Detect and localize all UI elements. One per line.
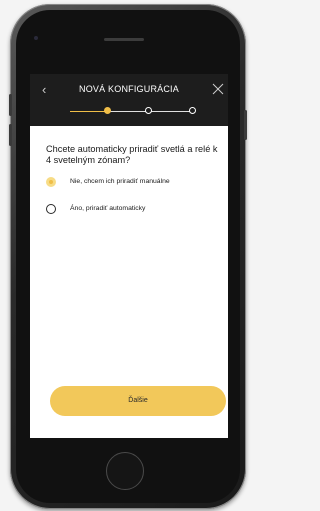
step-line-2 xyxy=(110,111,146,112)
page-title: NOVÁ KONFIGURÁCIA xyxy=(79,84,179,94)
next-button[interactable]: Ďalšie xyxy=(50,386,226,416)
option-manual[interactable]: Nie, chcem ich priradiť manuálne xyxy=(46,177,222,191)
question-text: Chcete automaticky priradiť svetlá a rel… xyxy=(46,144,218,165)
option-label: Nie, chcem ich priradiť manuálne xyxy=(70,178,170,185)
phone-speaker xyxy=(104,38,144,41)
header-bar: ‹ NOVÁ KONFIGURÁCIA xyxy=(30,74,228,126)
step-dot-1 xyxy=(104,107,111,114)
step-dot-2 xyxy=(145,107,152,114)
close-icon[interactable] xyxy=(212,83,224,95)
option-automatic[interactable]: Áno, priradiť automaticky xyxy=(46,204,222,218)
power-button xyxy=(244,110,247,140)
progress-stepper xyxy=(30,104,228,120)
radio-selected-icon[interactable] xyxy=(46,177,56,187)
volume-up-button xyxy=(9,94,12,116)
app-screen: ‹ NOVÁ KONFIGURÁCIA Chcete automaticky p… xyxy=(30,74,228,438)
option-label: Áno, priradiť automaticky xyxy=(70,205,146,212)
step-line-1 xyxy=(70,111,106,112)
radio-unselected-icon[interactable] xyxy=(46,204,56,214)
step-dot-3 xyxy=(189,107,196,114)
phone-camera xyxy=(34,36,38,40)
step-line-3 xyxy=(150,111,190,112)
home-button[interactable] xyxy=(106,452,144,490)
volume-down-button xyxy=(9,124,12,146)
